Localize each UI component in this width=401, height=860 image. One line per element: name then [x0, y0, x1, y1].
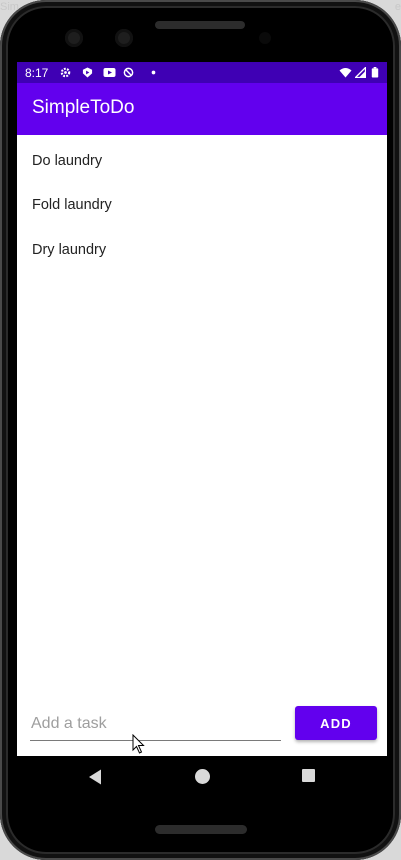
phone-screen: 8:17 SimpleToDo Do laundry Fold laundry … [17, 62, 387, 800]
front-sensor-right [115, 29, 133, 47]
list-item[interactable]: Dry laundry [17, 225, 387, 270]
recents-icon[interactable] [301, 768, 316, 783]
home-icon[interactable] [194, 768, 211, 785]
status-bar: 8:17 [17, 62, 387, 83]
app-title: SimpleToDo [32, 97, 135, 118]
status-time: 8:17 [25, 66, 49, 80]
battery-icon [371, 67, 379, 78]
shield-icon [82, 67, 93, 78]
add-button[interactable]: ADD [295, 706, 377, 740]
mouse-pointer-icon [132, 734, 145, 754]
front-sensor-left [65, 29, 83, 47]
youtube-icon [103, 68, 116, 77]
list-item[interactable]: Do laundry [17, 135, 387, 180]
app-bar: SimpleToDo [17, 83, 387, 135]
task-input[interactable] [30, 710, 282, 738]
back-icon[interactable] [87, 768, 103, 786]
window-title-left: Sim [0, 1, 19, 13]
navigation-bar [17, 756, 387, 800]
bottom-speaker [155, 825, 247, 834]
window-title-right: e [394, 1, 401, 13]
window-title-strip: Sim e [0, 0, 401, 14]
no-sync-icon [123, 67, 134, 78]
signal-icon [355, 67, 366, 78]
task-input-container [30, 710, 282, 741]
top-speaker [155, 21, 245, 29]
dot-icon [151, 70, 156, 75]
wifi-icon [339, 68, 352, 78]
settings-icon [60, 67, 71, 78]
phone-frame: 8:17 SimpleToDo Do laundry Fold laundry … [0, 0, 401, 860]
task-list: Do laundry Fold laundry Dry laundry [17, 135, 387, 270]
front-camera [259, 32, 271, 44]
list-item[interactable]: Fold laundry [17, 180, 387, 225]
